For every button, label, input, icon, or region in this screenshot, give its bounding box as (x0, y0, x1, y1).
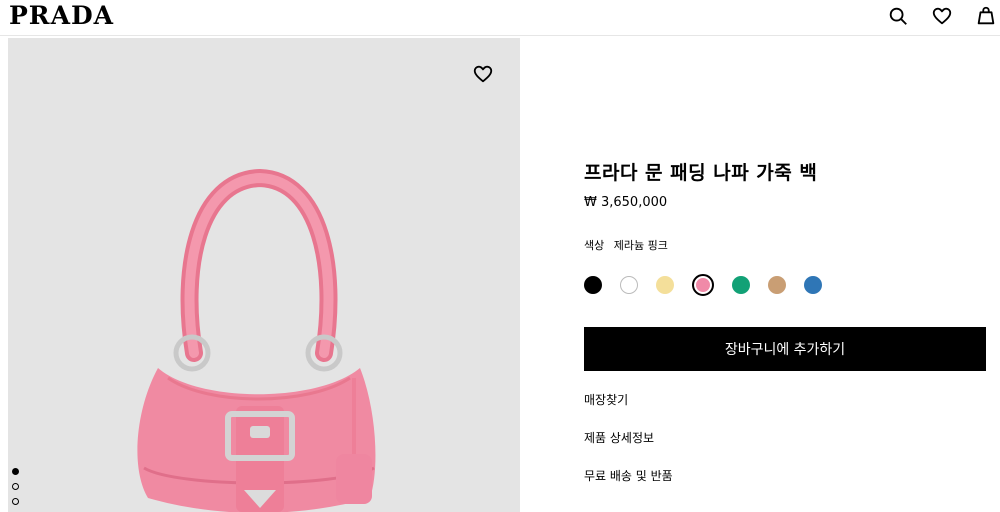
product-info-panel: 프라다 문 패딩 나파 가죽 백 ₩ 3,650,000 색상 제라늄 핑크 장… (584, 0, 986, 512)
color-label: 색상 (584, 239, 605, 252)
swatch-yellow[interactable] (656, 276, 674, 294)
gallery-pagination (12, 468, 19, 512)
handbag-image (137, 168, 376, 512)
product-gallery[interactable] (8, 38, 520, 512)
product-title: 프라다 문 패딩 나파 가죽 백 (584, 162, 818, 184)
color-value: 제라늄 핑크 (613, 239, 668, 252)
swatch-tan[interactable] (768, 276, 786, 294)
prada-logo[interactable]: PRADA (9, 2, 114, 30)
favorite-icon[interactable] (472, 63, 494, 85)
pagination-dot[interactable] (12, 468, 19, 475)
pagination-dot[interactable] (12, 498, 19, 505)
swatch-white[interactable] (620, 276, 638, 294)
shipping-returns-link[interactable]: 무료 배송 및 반품 (584, 467, 673, 484)
pagination-dot[interactable] (12, 483, 19, 490)
color-label-row: 색상 제라늄 핑크 (584, 237, 668, 253)
product-details-link[interactable]: 제품 상세정보 (584, 429, 654, 446)
color-swatches (584, 274, 840, 296)
find-store-link[interactable]: 매장찾기 (584, 391, 628, 408)
add-to-cart-button[interactable]: 장바구니에 추가하기 (584, 327, 986, 371)
swatch-green[interactable] (732, 276, 750, 294)
swatch-pink[interactable] (692, 274, 714, 296)
swatch-black[interactable] (584, 276, 602, 294)
product-price: ₩ 3,650,000 (584, 195, 668, 210)
swatch-blue[interactable] (804, 276, 822, 294)
